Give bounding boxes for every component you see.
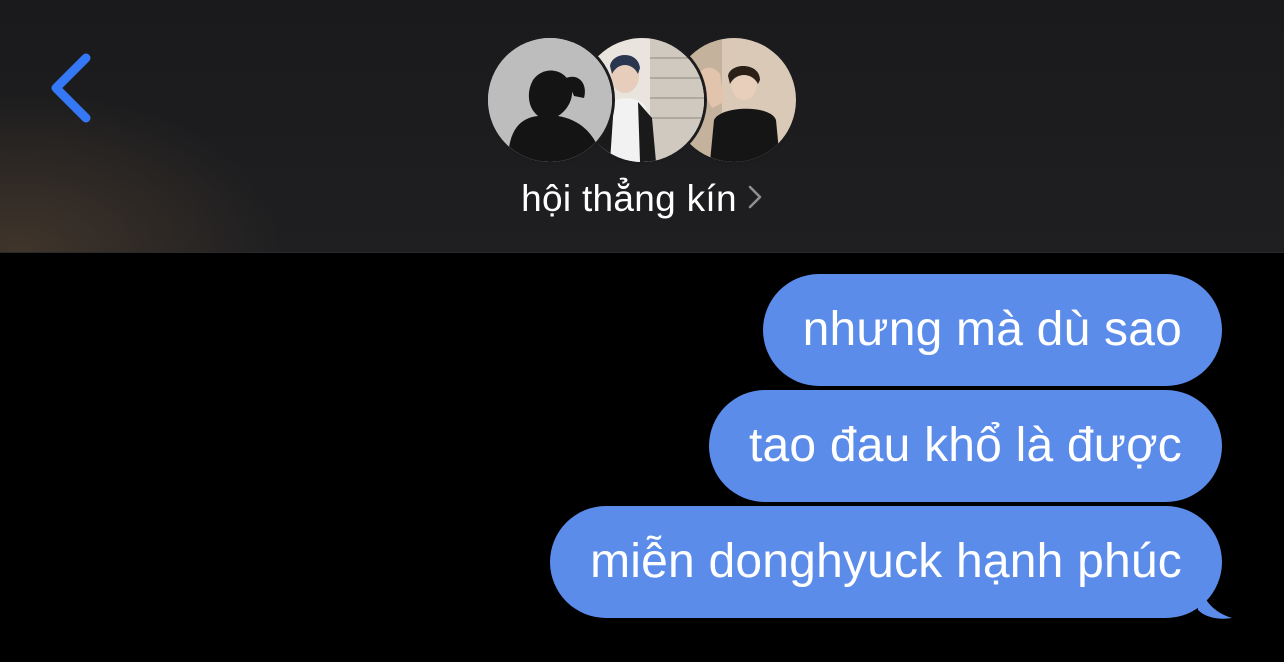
avatar <box>488 38 612 162</box>
group-name: hội thẳng kín <box>521 178 737 220</box>
bubble-tail-icon <box>1198 580 1232 619</box>
message-text: miễn donghyuck hạnh phúc <box>590 535 1182 588</box>
conversation-header: hội thẳng kín <box>0 0 1284 253</box>
group-avatars[interactable] <box>488 38 798 162</box>
group-name-button[interactable]: hội thẳng kín <box>0 170 1284 226</box>
back-button[interactable] <box>40 46 104 130</box>
message-bubble-last[interactable]: miễn donghyuck hạnh phúc <box>550 506 1232 619</box>
message-bubble[interactable]: nhưng mà dù sao <box>762 274 1222 386</box>
chevron-left-icon <box>51 53 91 123</box>
chevron-right-icon <box>747 172 763 226</box>
message-bubble[interactable]: tao đau khổ là được <box>708 390 1222 502</box>
message-thread: nhưng mà dù sao tao đau khổ là được miễn… <box>550 274 1232 619</box>
